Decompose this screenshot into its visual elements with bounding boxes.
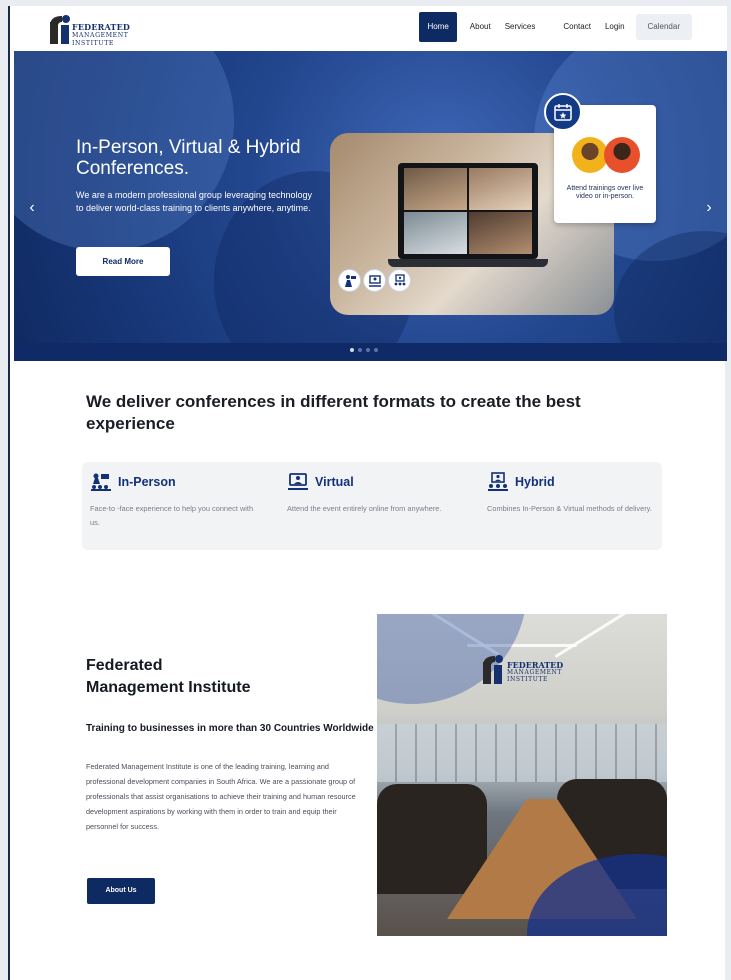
conference-room-photo: FEDERATED MANAGEMENT INSTITUTE [377,614,667,936]
room-windows [377,724,667,782]
about-us-button[interactable]: About Us [87,878,155,904]
about-title: Federated Management Institute [86,655,346,699]
photo-logo-text: FEDERATED MANAGEMENT INSTITUTE [507,660,564,683]
logo-line-2: MANAGEMENT [72,32,129,39]
site-logo[interactable]: FEDERATED MANAGEMENT INSTITUTE [48,12,138,47]
video-call-icon [288,473,308,490]
slider-dot[interactable] [374,348,378,352]
logo-mark-icon [50,15,70,44]
nav-about[interactable]: About [463,12,498,42]
laptop-illustration [398,163,538,259]
presenter-icon [338,269,361,292]
page: FEDERATED MANAGEMENT INSTITUTE Home Abou… [8,6,727,980]
nav-services[interactable]: Services [498,12,543,42]
format-description: Combines In-Person & Virtual methods of … [487,504,652,513]
photo-logo: FEDERATED MANAGEMENT INSTITUTE [481,650,571,686]
logo-line-3: INSTITUTE [72,40,115,47]
about-description: Federated Management Institute is one of… [86,762,356,831]
format-hybrid: Hybrid Combines In-Person & Virtual meth… [487,472,657,516]
video-tile [469,212,532,254]
logo-line-1: FEDERATED [72,22,131,32]
top-navbar: FEDERATED MANAGEMENT INSTITUTE Home Abou… [10,6,727,50]
photo-logo-line-1: FEDERATED [507,660,564,670]
hero-slider: ‹ › In-Person, Virtual & Hybrid Conferen… [14,51,727,361]
presenter-icon [91,473,111,491]
nav-contact[interactable]: Contact [556,12,598,42]
format-description: Attend the event entirely online from an… [287,504,442,513]
slider-prev-icon[interactable]: ‹ [24,199,40,217]
avatar [604,137,640,173]
hybrid-audience-icon [388,269,411,292]
read-more-button[interactable]: Read More [76,247,170,276]
about-title-line-1: Federated [86,657,163,674]
slider-dot[interactable] [350,348,354,352]
slider-next-icon[interactable]: › [701,199,717,217]
photo-logo-line-3: INSTITUTE [507,676,548,683]
hero-bottom-bar [14,343,727,361]
slider-dot[interactable] [366,348,370,352]
video-tile [469,168,532,210]
format-icon-row [338,269,411,292]
nav-login[interactable]: Login [598,12,632,42]
avatar [572,137,608,173]
video-tile [404,168,467,210]
format-name: Hybrid [515,475,555,489]
nav-calendar-button[interactable]: Calendar [635,14,692,40]
about-subtitle: Training to businesses in more than 30 C… [86,723,374,734]
calendar-star-icon [544,93,582,131]
format-name: Virtual [315,475,354,489]
hybrid-audience-icon [488,472,508,491]
formats-panel: In-Person Face-to -face experience to he… [82,462,662,550]
laptop-base [388,259,548,267]
slider-dot[interactable] [358,348,362,352]
format-description: Face-to -face experience to help you con… [90,504,254,527]
format-in-person: In-Person Face-to -face experience to he… [90,472,260,530]
photo-logo-line-2: MANAGEMENT [507,669,563,676]
format-virtual: Virtual Attend the event entirely online… [287,472,457,516]
hero-title: In-Person, Virtual & Hybrid Conferences. [76,137,301,179]
video-tile [404,212,467,254]
main-menu: Home About Services Contact Login Calend… [419,12,692,42]
about-title-line-2: Management Institute [86,679,251,696]
video-call-icon [363,269,386,292]
slider-dots [350,348,378,352]
attendee-avatars [572,137,642,175]
formats-heading: We deliver conferences in different form… [86,392,581,433]
hero-description: We are a modern professional group lever… [76,190,312,213]
logo-text: FEDERATED MANAGEMENT INSTITUTE [72,22,131,47]
hero-card-text: Attend trainings over live video or in-p… [566,185,644,200]
format-name: In-Person [118,475,176,489]
attendees-left [377,784,487,894]
nav-home[interactable]: Home [419,12,457,42]
video-call-grid [404,168,532,254]
